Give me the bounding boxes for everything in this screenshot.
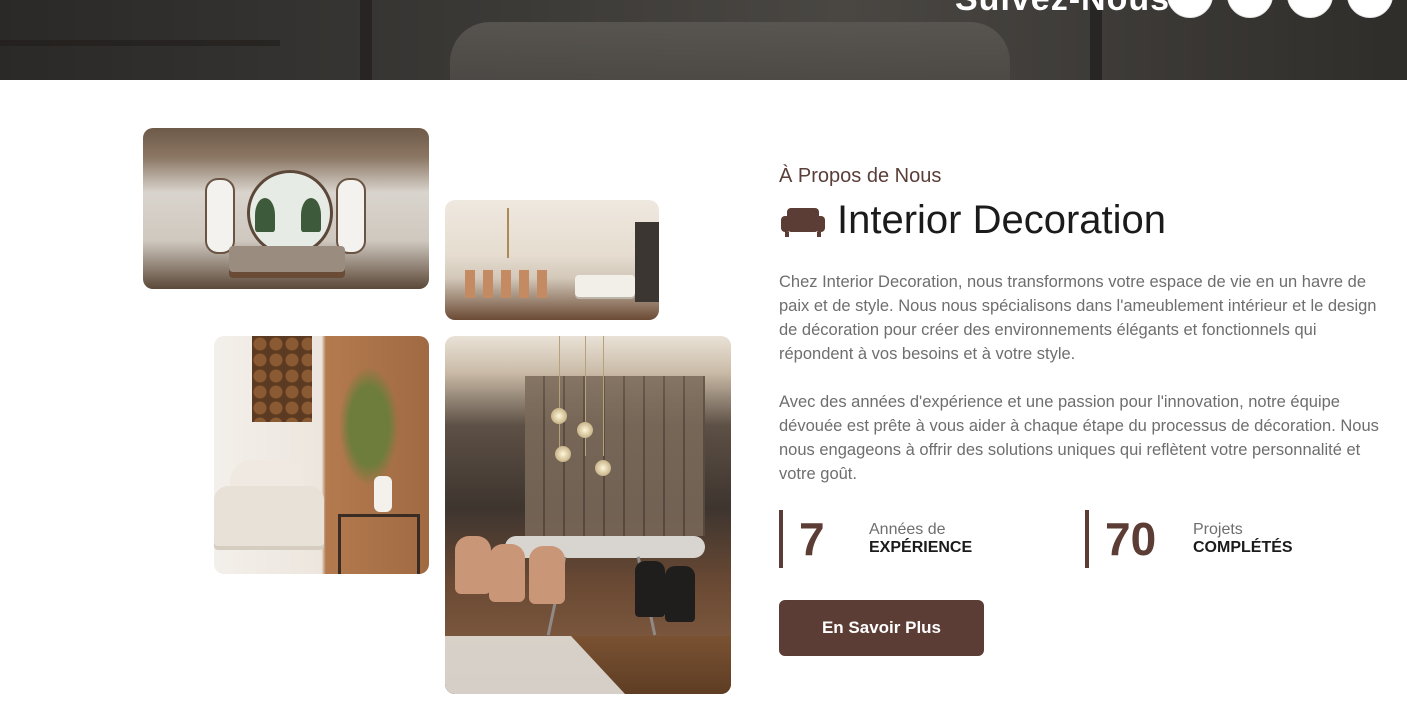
palm-plant (334, 356, 404, 496)
about-paragraph-1: Chez Interior Decoration, nous transform… (779, 273, 1377, 363)
pendant-bulb (555, 446, 571, 462)
instagram-icon[interactable] (1287, 0, 1333, 18)
hero-banner: Suivez-Nous : (0, 0, 1407, 80)
arched-window (205, 178, 235, 254)
mirror-wall (525, 376, 705, 536)
pendant-wire (585, 336, 586, 456)
linkedin-icon[interactable] (1347, 0, 1393, 18)
plant (301, 198, 321, 232)
stat-value: 70 (1105, 513, 1157, 565)
stat-value: 7 (799, 513, 825, 565)
hero-bed-image (450, 22, 1010, 80)
pendant-bulb (551, 408, 567, 424)
photo-living-room (445, 200, 659, 320)
photo-dining-room (445, 336, 731, 694)
sofa (575, 275, 635, 297)
bed (229, 246, 345, 272)
sofa-icon (781, 207, 825, 237)
twitter-icon[interactable] (1227, 0, 1273, 18)
arched-window (336, 178, 366, 254)
hero-shelf (0, 40, 280, 46)
stat-label-bottom: EXPÉRIENCE (869, 539, 973, 556)
dining-chair (489, 544, 525, 602)
firewood-stack (252, 336, 312, 422)
stat-label-top: Projets (1193, 521, 1243, 538)
dining-chair (455, 536, 491, 594)
photo-bedroom (143, 128, 429, 289)
photo-lounge (214, 336, 429, 574)
stat-experience: 7 Années de EXPÉRIENCE (779, 510, 1063, 568)
dining-chair-black (635, 561, 665, 617)
hero-bed-post-left (360, 0, 372, 80)
pendant-wire (559, 336, 560, 456)
pendant-bulb (577, 422, 593, 438)
armchair (214, 486, 324, 546)
pendant-wire (603, 336, 604, 456)
vase (374, 476, 392, 512)
learn-more-button[interactable]: En Savoir Plus (779, 600, 984, 656)
plant (255, 198, 275, 232)
dining-chair-black (665, 566, 695, 622)
dining-chairs (465, 270, 555, 298)
stat-projects: 70 Projets COMPLÉTÉS (1085, 510, 1369, 568)
section-eyebrow: À Propos de Nous (779, 165, 942, 187)
dining-chair (529, 546, 565, 604)
side-table (338, 514, 420, 574)
hero-follow-title: Suivez-Nous : (955, 0, 1193, 19)
door (635, 222, 659, 302)
pendant-bulb (595, 460, 611, 476)
stat-label-top: Années de (869, 521, 946, 538)
section-heading: Interior Decoration (779, 198, 1166, 243)
about-paragraph-2: Avec des années d'expérience et une pass… (779, 393, 1379, 483)
pendant-lamp (507, 208, 509, 258)
stat-label-bottom: COMPLÉTÉS (1193, 539, 1293, 556)
page-title: Interior Decoration (837, 198, 1167, 242)
